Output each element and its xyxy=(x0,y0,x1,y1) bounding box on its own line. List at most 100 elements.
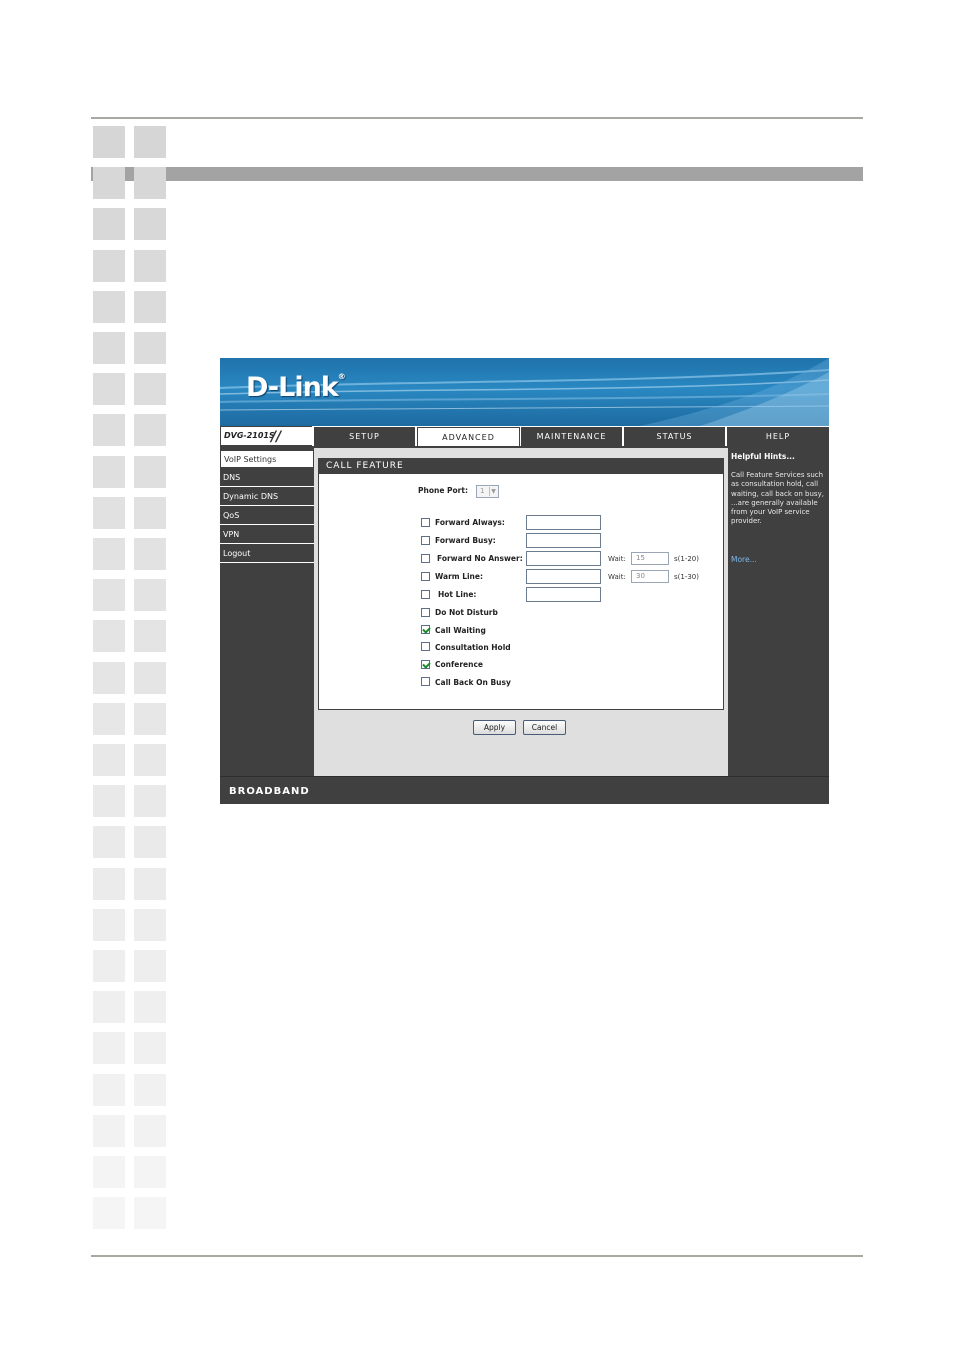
decorative-square xyxy=(134,867,166,900)
consultation-hold-label: Consultation Hold xyxy=(435,643,511,652)
chevron-down-icon: ▼ xyxy=(489,487,497,496)
decorative-square xyxy=(134,579,166,612)
decorative-square xyxy=(134,1114,166,1147)
decorative-square xyxy=(93,620,125,653)
forward-busy-input[interactable] xyxy=(526,533,601,548)
decorative-square xyxy=(93,661,125,694)
decorative-squares xyxy=(93,126,169,1230)
decorative-square xyxy=(134,332,166,364)
decorative-square xyxy=(93,332,125,364)
decorative-square xyxy=(93,414,125,447)
decorative-square xyxy=(93,950,125,982)
decorative-square xyxy=(134,1032,166,1065)
tab-advanced[interactable]: ADVANCED xyxy=(417,427,520,446)
call-waiting-label: Call Waiting xyxy=(435,626,486,635)
decorative-square xyxy=(93,455,125,488)
footer-bar: BROADBAND xyxy=(220,776,829,804)
forward-always-input[interactable] xyxy=(526,515,601,530)
decorative-square xyxy=(93,991,125,1024)
consultation-hold-checkbox[interactable] xyxy=(421,642,430,651)
warm-line-checkbox[interactable] xyxy=(421,572,430,581)
warm-line-range: s(1-30) xyxy=(674,573,699,581)
top-rule xyxy=(91,117,863,119)
decorative-square xyxy=(134,661,166,694)
forward-busy-checkbox[interactable] xyxy=(421,536,430,545)
call-back-on-busy-checkbox[interactable] xyxy=(421,677,430,686)
tab-setup[interactable]: SETUP xyxy=(314,427,415,446)
conference-label: Conference xyxy=(435,660,484,669)
hot-line-input[interactable] xyxy=(526,587,601,602)
decorative-square xyxy=(93,1114,125,1147)
phone-port-select[interactable]: 1 ▼ xyxy=(476,485,499,498)
phone-port-label: Phone Port: xyxy=(418,486,468,495)
tab-status[interactable]: STATUS xyxy=(624,427,725,446)
warm-line-input[interactable] xyxy=(526,569,601,584)
panel-title: CALL FEATURE xyxy=(319,459,723,474)
decorative-square xyxy=(93,1032,125,1065)
forward-no-answer-checkbox[interactable] xyxy=(421,554,430,563)
decorative-square xyxy=(134,538,166,570)
apply-button[interactable]: Apply xyxy=(473,720,516,735)
decorative-square xyxy=(93,290,125,323)
decorative-square xyxy=(93,908,125,941)
warm-line-label: Warm Line: xyxy=(435,572,483,581)
decorative-square xyxy=(134,826,166,859)
decorative-square xyxy=(93,496,125,529)
decorative-square xyxy=(134,1156,166,1188)
forward-no-answer-input[interactable] xyxy=(526,551,601,566)
sidebar-item-logout[interactable]: Logout xyxy=(220,545,314,563)
no-answer-wait-label: Wait: xyxy=(608,555,626,563)
top-nav: DVG-2101S // SETUP ADVANCED MAINTENANCE … xyxy=(220,426,829,446)
decorative-square xyxy=(93,208,125,241)
do-not-disturb-label: Do Not Disturb xyxy=(435,608,498,617)
tab-maintenance[interactable]: MAINTENANCE xyxy=(521,427,622,446)
forward-always-label: Forward Always: xyxy=(435,518,505,527)
header-band xyxy=(91,167,863,181)
decorative-square xyxy=(134,126,166,158)
hot-line-label: Hot Line: xyxy=(438,590,477,599)
cancel-button[interactable]: Cancel xyxy=(523,720,566,735)
main-content: CALL FEATURE Phone Port: 1 ▼ Forward Alw… xyxy=(314,448,728,776)
sidebar-item-voip-settings[interactable]: VoIP Settings xyxy=(220,450,314,468)
footer-broadband: BROADBAND xyxy=(229,786,310,797)
forward-always-checkbox[interactable] xyxy=(421,518,430,527)
decorative-square xyxy=(134,744,166,776)
sidebar-item-dns[interactable]: DNS xyxy=(220,469,314,487)
no-answer-wait-input[interactable]: 15 xyxy=(631,552,669,565)
hints-more-link[interactable]: More... xyxy=(731,555,757,564)
helpful-hints-panel: Helpful Hints... Call Feature Services s… xyxy=(728,448,829,776)
hints-text: Call Feature Services such as consultati… xyxy=(731,471,824,526)
decorative-square xyxy=(93,1073,125,1106)
model-name: DVG-2101S xyxy=(224,431,275,440)
decorative-square xyxy=(93,702,125,735)
sidebar-item-dynamic-dns[interactable]: Dynamic DNS xyxy=(220,488,314,506)
forward-busy-label: Forward Busy: xyxy=(435,536,496,545)
decorative-square xyxy=(134,455,166,488)
decorative-square xyxy=(134,908,166,941)
do-not-disturb-checkbox[interactable] xyxy=(421,608,430,617)
sidebar-item-qos[interactable]: QoS xyxy=(220,507,314,525)
model-slashes: // xyxy=(271,429,282,445)
warm-line-wait-input[interactable]: 30 xyxy=(631,570,669,583)
router-web-ui: D-Link® DVG-2101S // SETUP ADVANCED MAIN… xyxy=(220,358,829,804)
forward-no-answer-label: Forward No Answer: xyxy=(437,554,523,563)
phone-port-value: 1 xyxy=(480,487,485,495)
conference-checkbox[interactable] xyxy=(421,660,430,669)
decorative-square xyxy=(134,702,166,735)
decorative-square xyxy=(134,373,166,406)
decorative-square xyxy=(134,249,166,282)
decorative-square xyxy=(93,167,125,200)
decorative-square xyxy=(93,1197,125,1230)
banner: D-Link® xyxy=(220,358,829,426)
decorative-square xyxy=(93,579,125,612)
decorative-square xyxy=(134,991,166,1024)
hot-line-checkbox[interactable] xyxy=(421,590,430,599)
decorative-square xyxy=(134,414,166,447)
sidebar-item-vpn[interactable]: VPN xyxy=(220,526,314,544)
call-feature-panel: CALL FEATURE Phone Port: 1 ▼ Forward Alw… xyxy=(318,458,724,710)
decorative-square xyxy=(134,208,166,241)
decorative-square xyxy=(134,1073,166,1106)
hints-title: Helpful Hints... xyxy=(731,452,795,461)
tab-help[interactable]: HELP xyxy=(727,427,829,446)
call-waiting-checkbox[interactable] xyxy=(421,625,430,634)
